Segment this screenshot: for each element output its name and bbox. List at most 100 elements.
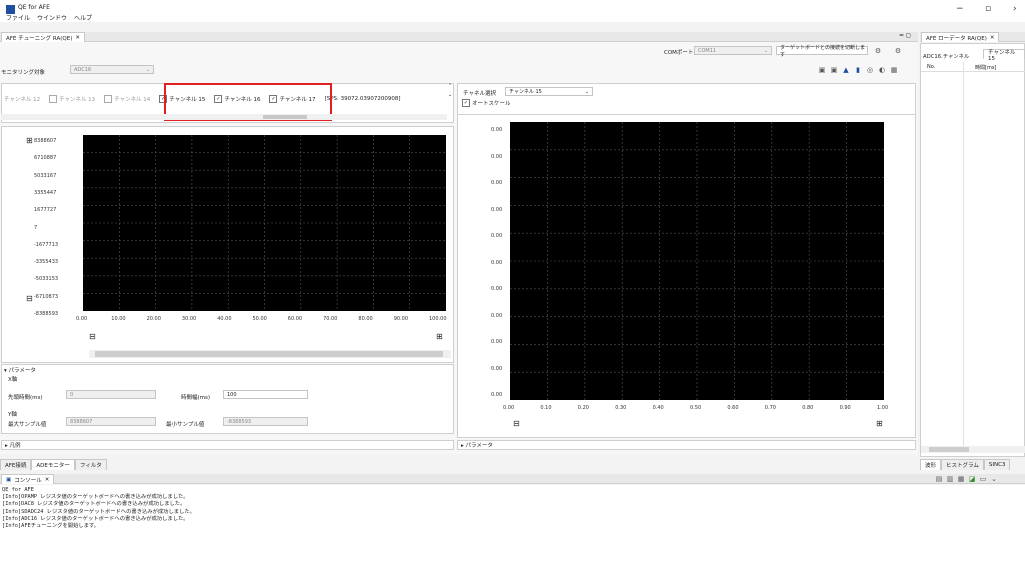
com-port-select[interactable]: COM11 ⌄ [694,46,772,55]
params-header[interactable]: ▾ パラメータ [4,366,36,374]
x-zoom-out-icon[interactable]: ⊟ [89,332,96,341]
channel-13-checkbox[interactable]: チャンネル 13 [49,95,95,103]
console-tab-header [0,474,1025,484]
console-line: [Info]ADC16 レジスタ値のターゲットボードへの書き込みが成功しました。 [2,515,189,522]
monitor-label: モニタリング対象 [1,70,46,76]
pin-icon[interactable]: ▦ [957,475,965,483]
legend-section[interactable]: ▸ 凡例 [1,440,454,450]
y-tick-label: -1677713 [34,241,59,248]
loader-scroll-thumb[interactable] [929,447,969,452]
channel-12-checkbox[interactable]: チャンネル 12 [4,95,40,103]
right-params-section[interactable]: ▸ パラメータ [457,440,916,450]
loader-tab-label: AFE ローデータ RA(QE) [926,35,987,42]
x-tick-label: 70.00 [323,316,338,322]
save-icon[interactable]: ▣ [818,66,826,74]
x-tick-label: 0.80 [802,405,814,411]
close-tab-icon[interactable]: ✕ [45,477,50,483]
right-params-label: ▸ パラメータ [461,443,493,449]
console-icon: ▣ [6,476,12,483]
grid-icon[interactable]: ▦ [890,66,898,74]
right-zoom-in-icon[interactable]: ⊞ [876,419,883,428]
console-line: [Info]AFEチューニングを開始します。 [2,523,100,530]
tab-sinc3[interactable]: SINC3 [983,459,1011,470]
monitor-select[interactable]: ADC16 ⌄ [70,65,154,74]
clear-console-icon[interactable]: ▤ [935,475,943,483]
y-tick-label: 0.00 [491,339,503,345]
zoom-in-icon[interactable]: ⊞ [26,136,33,145]
disconnect-button-label: ターゲットボードとの接続を切断します [780,44,865,58]
plot-scrollbar[interactable] [89,350,451,358]
y-tick-label: 7 [34,224,38,231]
x-tick-label: 1.00 [877,405,889,411]
x-tick-label: 0.90 [839,405,851,411]
checkbox-box [104,95,113,103]
maximize-button[interactable]: ▫ [985,4,991,14]
tab-afe-loader[interactable]: AFE ローデータ RA(QE) ✕ [921,32,1000,42]
bar-chart-icon[interactable]: ▮ [854,66,862,74]
gear-icon[interactable]: ⚙ [874,47,882,55]
auto-scale-checkbox[interactable]: ✓ オートスケール [462,99,511,107]
camera-icon[interactable]: ◎ [866,66,874,74]
console-output: QE for AFE [Info]OPAMP レジスタ値のターゲットボードへの書… [2,487,195,530]
close-tab-icon[interactable]: ✕ [75,35,80,41]
lock-scroll-icon[interactable]: ▥ [946,475,954,483]
lead-time-input[interactable]: 0 [66,390,156,399]
line-chart-icon[interactable]: ▲ [842,66,850,74]
menu-file[interactable]: ファイル [6,13,30,22]
refresh-icon[interactable]: ◐ [878,66,886,74]
tab-console[interactable]: ▣ コンソール ✕ [1,474,55,484]
y-tick-label: 0.00 [491,286,503,292]
time-width-input[interactable]: 100 [223,390,308,399]
open-console-icon[interactable]: ▭ [979,475,987,483]
scroll-thumb[interactable] [263,115,307,119]
right-zoom-out-icon[interactable]: ⊟ [513,419,520,428]
tab-filter[interactable]: フィルタ [74,459,107,470]
col-time[interactable]: 時間[ms] [975,64,996,71]
scroll-up-icon[interactable]: ⌃ [448,83,452,89]
disconnect-button[interactable]: ターゲットボードとの接続を切断します [776,44,868,58]
right-plot[interactable] [510,122,884,400]
y-tick-label: 5033167 [34,172,57,179]
channel-scrollbar[interactable] [1,114,447,120]
tab-ade-monitor[interactable]: ADEモニター [31,459,75,470]
loader-channel-tab[interactable]: チャンネル 15 [983,49,1025,62]
channel-select-label: チャネル選択 [463,91,496,97]
col-no[interactable]: No. [927,64,935,70]
plot-scroll-thumb[interactable] [95,351,443,357]
loader-channel-label: ADC16.チャンネル [923,54,970,60]
tuning-tab-header [0,32,918,42]
settings-icon[interactable]: ⚙ [894,47,902,55]
x-tick-label: 40.00 [217,316,232,322]
check-icon: ✓ [462,99,470,107]
max-sample-label: 最大サンプル値 [8,422,47,428]
view-menu-icon[interactable]: ⌄ [990,475,998,483]
min-sample-input[interactable]: -8388593 [223,417,308,426]
monitor-value: ADC16 [74,66,92,73]
max-sample-input[interactable]: 8388607 [66,417,156,426]
chart-toolbar: ▣ ▣ ▲ ▮ ◎ ◐ ▦ [818,66,898,74]
tab-afe-connect[interactable]: AFE接続 [0,459,32,470]
view-minmax-icon[interactable]: = ◻ [899,32,911,39]
close-tab-icon[interactable]: ✕ [990,35,995,41]
loader-scrollbar[interactable] [921,446,1025,453]
minimize-button[interactable]: − [956,4,964,14]
scroll-down-icon[interactable]: ⌄ [448,92,452,98]
channel-14-checkbox[interactable]: チャンネル 14 [104,95,150,103]
tab-histogram[interactable]: ヒストグラム [941,459,984,470]
menu-help[interactable]: ヘルプ [74,13,92,22]
tab-waveform[interactable]: 波形 [920,459,942,470]
checkbox-box [49,95,58,103]
x-zoom-in-icon[interactable]: ⊞ [436,332,443,341]
lead-time-value: 0 [70,391,74,398]
save-as-icon[interactable]: ▣ [830,66,838,74]
menu-window[interactable]: ウインドウ [37,13,67,22]
x-tick-label: 0.50 [690,405,702,411]
display-console-icon[interactable]: ◪ [968,475,976,483]
channel-select[interactable]: チャンネル 15 ⌄ [505,87,593,96]
chevron-down-icon: ⌄ [145,66,150,73]
tab-afe-tuning[interactable]: AFE チューニング RA(QE) ✕ [1,32,85,42]
zoom-out-icon[interactable]: ⊟ [26,294,33,303]
left-plot[interactable] [83,135,446,311]
x-tick-label: 0.20 [577,405,589,411]
close-button[interactable]: › [1013,4,1017,14]
